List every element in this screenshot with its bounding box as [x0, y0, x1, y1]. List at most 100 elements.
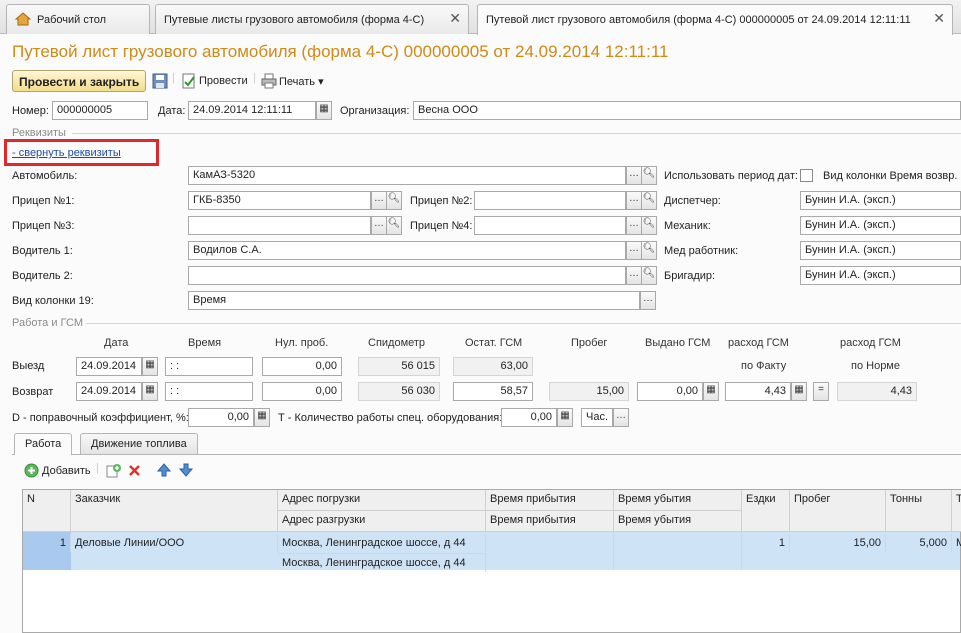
header-n[interactable]: N — [23, 490, 71, 532]
save-icon[interactable] — [152, 73, 168, 89]
add-button[interactable]: Добавить — [42, 465, 91, 477]
search-icon[interactable]: 🔍︎ — [386, 216, 402, 235]
d-coefficient-field[interactable]: 0,00 — [188, 408, 254, 427]
header-arrival-time[interactable]: Время прибытия — [486, 490, 614, 511]
departure-speedometer[interactable]: 56 015 — [358, 357, 440, 376]
tab-waybills-list[interactable]: Путевые листы грузового автомобиля (форм… — [155, 4, 469, 34]
select-button[interactable]: … — [371, 216, 387, 235]
foreman-field[interactable]: Бунин И.А. (эксп.) — [800, 266, 961, 285]
header-customer[interactable]: Заказчик — [71, 490, 278, 532]
select-button[interactable]: … — [626, 266, 642, 285]
car-field[interactable]: КамАЗ-5320 — [188, 166, 626, 185]
medic-field[interactable]: Бунин И.А. (эксп.) — [800, 241, 961, 260]
cell-departure-time[interactable] — [614, 532, 742, 570]
return-date[interactable]: 24.09.2014 — [76, 382, 142, 401]
dispatcher-field[interactable]: Бунин И.А. (эксп.) — [800, 191, 961, 210]
return-time[interactable]: : : — [165, 382, 253, 401]
return-fuel-rest[interactable]: 58,57 — [453, 382, 533, 401]
select-button[interactable]: … — [626, 216, 642, 235]
header-trips[interactable]: Ездки — [742, 490, 790, 532]
equals-button[interactable]: = — [813, 382, 829, 401]
return-fuel-issued[interactable]: 0,00 — [637, 382, 703, 401]
header-arrival-time-2[interactable]: Время прибытия — [486, 511, 614, 532]
cell-customer[interactable]: Деловые Линии/ООО — [71, 534, 278, 552]
select-button[interactable]: … — [613, 408, 629, 427]
collapse-requisites-link[interactable]: - свернуть реквизиты — [12, 147, 121, 159]
calculator-icon[interactable]: ▦ — [703, 382, 719, 401]
search-icon[interactable]: 🔍︎ — [386, 191, 402, 210]
number-field[interactable]: 000000005 — [52, 101, 148, 120]
unit-field[interactable]: Час. — [581, 408, 613, 427]
cell-tons[interactable]: 5,000 — [886, 534, 952, 552]
cell-run[interactable]: 15,00 — [790, 534, 886, 552]
trailer2-field[interactable] — [474, 191, 626, 210]
fuel-fact[interactable]: 4,43 — [725, 382, 791, 401]
departure-date[interactable]: 24.09.2014 — [76, 357, 142, 376]
cell-trips[interactable]: 1 — [742, 534, 790, 552]
cell-more[interactable]: M — [952, 534, 961, 552]
trailer1-label: Прицеп №1: — [12, 195, 75, 207]
number-label: Номер: — [12, 105, 49, 117]
delete-icon[interactable] — [128, 464, 141, 477]
return-zero-run[interactable]: 0,00 — [262, 382, 342, 401]
header-departure-time[interactable]: Время убытия — [614, 490, 742, 511]
header-run[interactable]: Пробег — [790, 490, 886, 532]
search-icon[interactable]: 🔍︎ — [641, 266, 657, 285]
select-button[interactable]: … — [626, 166, 642, 185]
arrow-down-icon[interactable] — [179, 463, 193, 477]
return-run[interactable]: 15,00 — [549, 382, 629, 401]
post-and-close-button[interactable]: Провести и закрыть — [12, 70, 147, 92]
calculator-icon[interactable]: ▦ — [557, 408, 573, 427]
trailer4-field[interactable] — [474, 216, 626, 235]
tab-desktop[interactable]: Рабочий стол — [6, 4, 150, 34]
calculator-icon[interactable]: ▦ — [254, 408, 270, 427]
return-speedometer[interactable]: 56 030 — [358, 382, 440, 401]
departure-fuel-rest[interactable]: 63,00 — [453, 357, 533, 376]
t-work-field[interactable]: 0,00 — [501, 408, 557, 427]
cell-arrival-time[interactable] — [486, 532, 614, 570]
fuel-norm[interactable]: 4,43 — [837, 382, 917, 401]
select-button[interactable]: … — [371, 191, 387, 210]
departure-time[interactable]: : : — [165, 357, 253, 376]
arrow-up-icon[interactable] — [157, 463, 171, 477]
header-departure-time-2[interactable]: Время убытия — [614, 511, 742, 532]
search-icon[interactable]: 🔍︎ — [641, 191, 657, 210]
copy-add-icon[interactable] — [106, 463, 121, 478]
trailer1-field[interactable]: ГКБ-8350 — [188, 191, 371, 210]
driver1-field[interactable]: Водилов С.А. — [188, 241, 626, 260]
column19-field[interactable]: Время — [188, 291, 640, 310]
search-icon[interactable]: 🔍︎ — [641, 216, 657, 235]
select-button[interactable]: … — [640, 291, 656, 310]
toolbar-separator: | — [96, 462, 99, 474]
cell-unload-address[interactable]: Москва, Ленинградское шоссе, д 44 — [278, 553, 486, 572]
departure-zero-run[interactable]: 0,00 — [262, 357, 342, 376]
organization-field[interactable]: Весна ООО — [413, 101, 961, 120]
select-button[interactable]: … — [626, 241, 642, 260]
header-unload-address[interactable]: Адрес разгрузки — [278, 511, 486, 532]
mechanic-field[interactable]: Бунин И.А. (эксп.) — [800, 216, 961, 235]
cell-n[interactable]: 1 — [23, 534, 71, 552]
header-load-address[interactable]: Адрес погрузки — [278, 490, 486, 511]
print-menu-button[interactable]: Печать ▾ — [279, 75, 324, 88]
cell-load-address[interactable]: Москва, Ленинградское шоссе, д 44 — [278, 534, 486, 552]
date-field[interactable]: 24.09.2014 12:11:11 — [188, 101, 316, 120]
trailer2-label: Прицеп №2: — [410, 195, 473, 207]
use-period-checkbox[interactable] — [800, 169, 813, 182]
calculator-icon[interactable]: ▦ — [791, 382, 807, 401]
header-tons[interactable]: Тонны — [886, 490, 952, 532]
search-icon[interactable]: 🔍︎ — [641, 241, 657, 260]
calendar-icon[interactable]: ▦ — [142, 382, 158, 401]
search-icon[interactable]: 🔍︎ — [641, 166, 657, 185]
tab-waybill-document[interactable]: Путевой лист грузового автомобиля (форма… — [477, 4, 953, 35]
close-icon[interactable]: ✕ — [449, 11, 461, 25]
tab-fuel-movement[interactable]: Движение топлива — [80, 433, 198, 454]
header-more[interactable]: Т — [952, 490, 961, 532]
calendar-icon[interactable]: ▦ — [142, 357, 158, 376]
driver2-field[interactable] — [188, 266, 626, 285]
post-button[interactable]: Провести — [199, 75, 248, 87]
close-icon[interactable]: ✕ — [933, 11, 945, 25]
select-button[interactable]: … — [626, 191, 642, 210]
tab-work[interactable]: Работа — [14, 433, 73, 455]
calendar-icon[interactable]: ▦ — [316, 101, 332, 120]
trailer3-field[interactable] — [188, 216, 371, 235]
